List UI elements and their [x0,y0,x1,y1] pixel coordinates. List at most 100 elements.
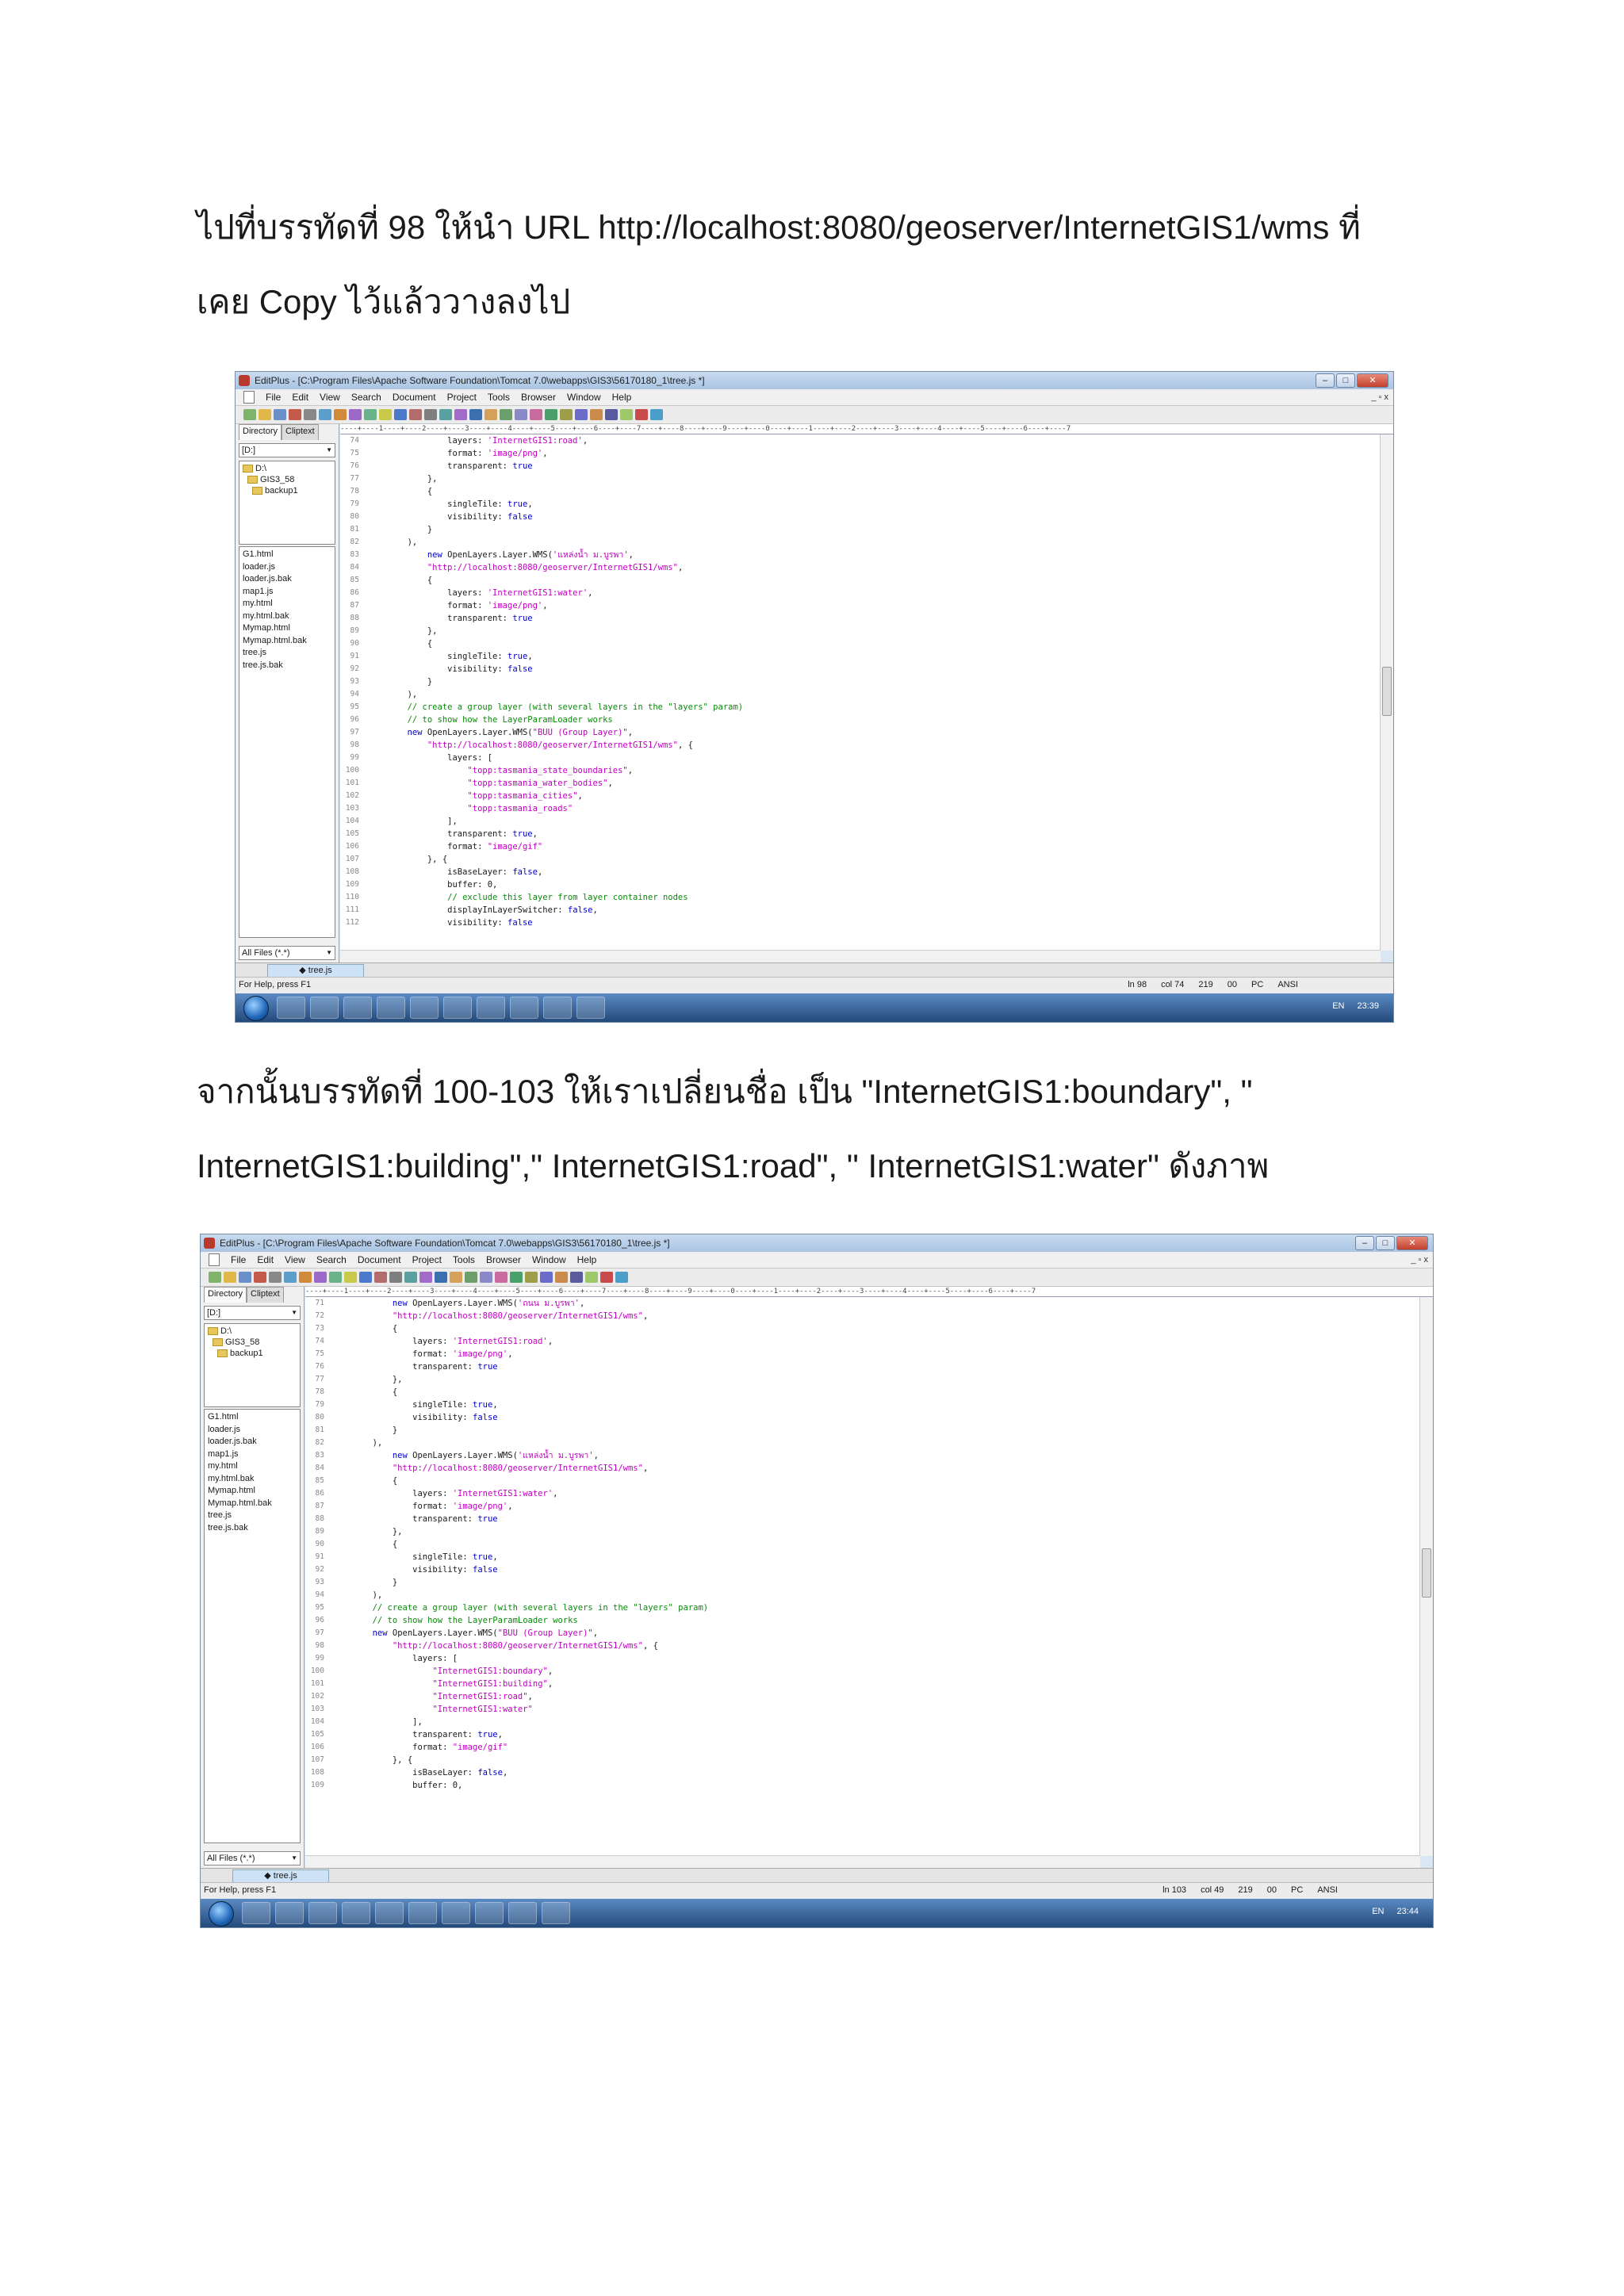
code-line[interactable]: 107 }, { [305,1754,1420,1766]
code-line[interactable]: 89 }, [340,625,1381,637]
menu-item-document[interactable]: Document [393,392,436,403]
scroll-thumb[interactable] [1422,1548,1431,1598]
code-line[interactable]: 105 transparent: true, [305,1728,1420,1741]
code-line[interactable]: 81 } [305,1424,1420,1437]
toolbar-button[interactable] [374,1272,387,1283]
minimize-button[interactable]: – [1355,1236,1374,1250]
code-line[interactable]: 90 { [305,1538,1420,1551]
code-editor[interactable]: 71 new OpenLayers.Layer.WMS('ถนน ม.บูรพา… [305,1297,1420,1856]
toolbar-button[interactable] [650,409,663,420]
tree-item[interactable]: GIS3_58 [243,474,331,485]
toolbar-button[interactable] [409,409,422,420]
code-line[interactable]: 83 new OpenLayers.Layer.WMS('แหล่งน้ำ ม.… [340,549,1381,561]
toolbar-button[interactable] [419,1272,432,1283]
taskbar-app-button[interactable] [242,1902,270,1924]
taskbar-app-button[interactable] [510,997,538,1019]
toolbar-button[interactable] [600,1272,613,1283]
toolbar-button[interactable] [510,1272,523,1283]
toolbar-button[interactable] [254,1272,266,1283]
toolbar-button[interactable] [209,1272,221,1283]
document-tab-tree-js[interactable]: ◆ tree.js [267,964,364,978]
file-list-item[interactable]: Mymap.html [208,1485,297,1498]
code-line[interactable]: 107 }, { [340,853,1381,866]
code-line[interactable]: 76 transparent: true [340,460,1381,473]
maximize-button[interactable]: □ [1376,1236,1395,1250]
taskbar-app-button[interactable] [477,997,505,1019]
toolbar-button[interactable] [495,1272,508,1283]
mdi-controls[interactable]: _ ▫ x [1371,392,1388,402]
code-line[interactable]: 104 ], [340,815,1381,828]
taskbar-app-button[interactable] [277,997,305,1019]
code-line[interactable]: 100 "topp:tasmania_state_boundaries", [340,764,1381,777]
code-line[interactable]: 102 "topp:tasmania_cities", [340,790,1381,802]
menu-item-help[interactable]: Help [612,392,632,403]
code-line[interactable]: 85 { [305,1475,1420,1487]
minimize-button[interactable]: – [1316,373,1335,388]
code-line[interactable]: 88 transparent: true [340,612,1381,625]
code-line[interactable]: 75 format: 'image/png', [305,1348,1420,1360]
tab-directory[interactable]: Directory [204,1287,247,1303]
menu-item-window[interactable]: Window [567,392,601,403]
code-line[interactable]: 86 layers: 'InternetGIS1:water', [340,587,1381,599]
code-line[interactable]: 72 "http://localhost:8080/geoserver/Inte… [305,1310,1420,1322]
tree-item[interactable]: backup1 [208,1348,297,1359]
taskbar-app-button[interactable] [308,1902,337,1924]
tree-item[interactable]: backup1 [243,485,331,496]
menu-item-tools[interactable]: Tools [488,392,510,403]
vertical-scrollbar[interactable] [1380,434,1393,951]
toolbar-button[interactable] [480,1272,492,1283]
taskbar-app-button[interactable] [542,1902,570,1924]
language-indicator[interactable]: EN [1372,1907,1384,1916]
taskbar-app-button[interactable] [443,997,472,1019]
code-line[interactable]: 87 format: 'image/png', [305,1500,1420,1513]
file-list-item[interactable]: Mymap.html.bak [243,635,331,648]
code-line[interactable]: 91 singleTile: true, [340,650,1381,663]
menu-item-help[interactable]: Help [577,1254,597,1265]
menu-item-tools[interactable]: Tools [453,1254,475,1265]
horizontal-scrollbar[interactable] [340,950,1381,963]
code-line[interactable]: 83 new OpenLayers.Layer.WMS('แหล่งน้ำ ม.… [305,1449,1420,1462]
toolbar-button[interactable] [435,1272,447,1283]
drive-select[interactable]: [D:] [239,443,335,457]
toolbar-button[interactable] [605,409,618,420]
toolbar-button[interactable] [575,409,588,420]
toolbar-button[interactable] [284,1272,297,1283]
clock[interactable]: 23:44 [1396,1907,1419,1916]
toolbar-button[interactable] [319,409,331,420]
code-line[interactable]: 109 buffer: 0, [305,1779,1420,1792]
code-line[interactable]: 108 isBaseLayer: false, [305,1766,1420,1779]
code-line[interactable]: 106 format: "image/gif" [305,1741,1420,1754]
toolbar-button[interactable] [239,1272,251,1283]
file-list-item[interactable]: tree.js.bak [243,660,331,672]
toolbar-button[interactable] [450,1272,462,1283]
tab-cliptext[interactable]: Cliptext [247,1287,284,1303]
toolbar-button[interactable] [314,1272,327,1283]
code-line[interactable]: 80 visibility: false [305,1411,1420,1424]
code-line[interactable]: 84 "http://localhost:8080/geoserver/Inte… [305,1462,1420,1475]
toolbar-button[interactable] [299,1272,312,1283]
code-line[interactable]: 90 { [340,637,1381,650]
code-line[interactable]: 108 isBaseLayer: false, [340,866,1381,878]
toolbar-button[interactable] [635,409,648,420]
menu-item-browser[interactable]: Browser [486,1254,521,1265]
taskbar-app-button[interactable] [310,997,339,1019]
toolbar-button[interactable] [329,1272,342,1283]
menu-item-browser[interactable]: Browser [521,392,556,403]
scroll-thumb[interactable] [1382,666,1392,716]
toolbar-button[interactable] [259,409,271,420]
file-list-item[interactable]: my.html.bak [243,610,331,623]
code-line[interactable]: 82 ), [340,536,1381,549]
toolbar-button[interactable] [500,409,512,420]
toolbar-button[interactable] [515,409,527,420]
file-list-item[interactable]: loader.js [208,1424,297,1437]
toolbar-button[interactable] [404,1272,417,1283]
toolbar-button[interactable] [224,1272,236,1283]
code-line[interactable]: 100 "InternetGIS1:boundary", [305,1665,1420,1678]
toolbar-button[interactable] [243,409,256,420]
code-line[interactable]: 80 visibility: false [340,511,1381,523]
tab-directory[interactable]: Directory [239,424,282,440]
toolbar-button[interactable] [465,1272,477,1283]
code-line[interactable]: 78 { [305,1386,1420,1399]
toolbar-button[interactable] [389,1272,402,1283]
toolbar-button[interactable] [555,1272,568,1283]
